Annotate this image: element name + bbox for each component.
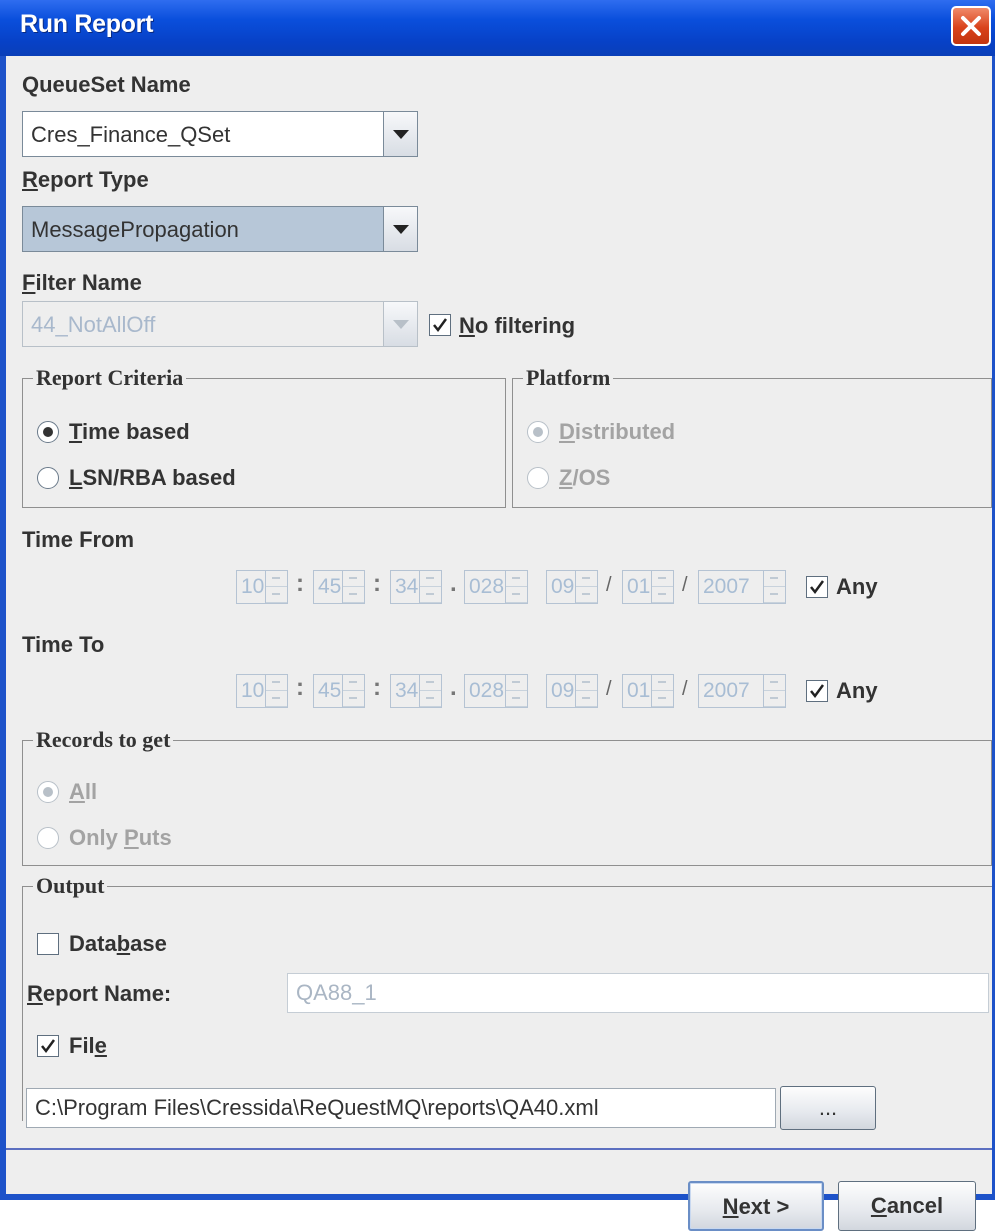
chevron-down-icon [393, 130, 409, 139]
report-type-label: Report Type [22, 167, 149, 192]
queueset-label: QueueSet Name [22, 72, 191, 97]
time-from-label: Time From [22, 527, 135, 552]
time-from-month-spinner[interactable]: 09 [546, 570, 598, 604]
time-from-any-label: Any [836, 574, 878, 599]
filter-name-value: 44_NotAllOff [31, 312, 156, 337]
only-puts-radio[interactable] [37, 827, 59, 849]
all-records-radio[interactable] [37, 781, 59, 803]
file-checkbox[interactable] [37, 1035, 59, 1057]
cancel-button[interactable]: Cancel [838, 1181, 976, 1231]
time-from-day-spinner[interactable]: 01 [622, 570, 674, 604]
database-label: Database [69, 931, 167, 956]
time-to-any-checkbox[interactable] [806, 680, 828, 702]
lsn-rba-based-label: LSN/RBA based [69, 465, 236, 490]
filter-name-label: Filter Name [22, 270, 142, 295]
checkmark-icon [810, 684, 825, 699]
close-button[interactable] [951, 6, 991, 46]
time-to-label: Time To [22, 632, 105, 657]
queueset-dropdown-button[interactable] [383, 112, 417, 156]
file-path-input[interactable]: C:\Program Files\Cressida\ReQuestMQ\repo… [26, 1088, 776, 1128]
lsn-rba-based-radio[interactable] [37, 467, 59, 489]
zos-radio[interactable] [527, 467, 549, 489]
title-bar[interactable]: Run Report [0, 0, 995, 56]
platform-title: Platform [523, 365, 614, 391]
time-based-radio[interactable] [37, 421, 59, 443]
time-to-minute-spinner[interactable]: 45 [313, 674, 365, 708]
time-to-year-spinner[interactable]: 2007 [698, 674, 786, 708]
next-button[interactable]: Next > [688, 1181, 824, 1231]
time-from-hour-spinner[interactable]: 10 [236, 570, 288, 604]
filter-name-combo[interactable]: 44_NotAllOff [22, 301, 418, 347]
report-name-input[interactable]: QA88_1 [287, 973, 989, 1013]
records-to-get-group: Records to get All Only Puts [22, 727, 992, 866]
platform-group: Platform Distributed Z/OS [512, 365, 992, 508]
time-from-any-checkbox[interactable] [806, 576, 828, 598]
time-from-second-spinner[interactable]: 34 [390, 570, 442, 604]
all-records-label: All [69, 779, 98, 804]
time-to-hour-spinner[interactable]: 10 [236, 674, 288, 708]
time-from-minute-spinner[interactable]: 45 [313, 570, 365, 604]
time-to-month-spinner[interactable]: 09 [546, 674, 598, 708]
distributed-label: Distributed [559, 419, 676, 444]
report-criteria-title: Report Criteria [33, 365, 187, 391]
time-from-millis-spinner[interactable]: 028 [464, 570, 528, 604]
queueset-combo[interactable]: Cres_Finance_QSet [22, 111, 418, 157]
output-title: Output [33, 873, 108, 899]
time-to-millis-spinner[interactable]: 028 [464, 674, 528, 708]
checkmark-icon [433, 318, 448, 333]
database-checkbox[interactable] [37, 933, 59, 955]
time-to-second-spinner[interactable]: 34 [390, 674, 442, 708]
time-based-label: Time based [69, 419, 190, 444]
chevron-down-icon [393, 320, 409, 329]
checkmark-icon [810, 580, 825, 595]
browse-button[interactable]: ... [780, 1086, 876, 1130]
report-type-value: MessagePropagation [31, 217, 239, 242]
zos-label: Z/OS [559, 465, 611, 490]
time-to-day-spinner[interactable]: 01 [622, 674, 674, 708]
window-title: Run Report [20, 10, 154, 38]
close-icon [961, 16, 981, 36]
file-label: File [69, 1033, 107, 1058]
no-filtering-checkbox[interactable] [429, 314, 451, 336]
time-to-any-label: Any [836, 678, 878, 703]
dialog-content: QueueSet Name Cres_Finance_QSet Report T… [6, 56, 992, 1231]
no-filtering-label: No filtering [459, 313, 576, 338]
distributed-radio[interactable] [527, 421, 549, 443]
filter-dropdown-button[interactable] [383, 302, 417, 346]
checkmark-icon [41, 1039, 56, 1054]
time-from-year-spinner[interactable]: 2007 [698, 570, 786, 604]
report-type-combo[interactable]: MessagePropagation [22, 206, 418, 252]
records-to-get-title: Records to get [33, 727, 174, 753]
only-puts-label: Only Puts [69, 825, 172, 850]
chevron-down-icon [393, 225, 409, 234]
report-criteria-group: Report Criteria Time based LSN/RBA based [22, 365, 506, 508]
queueset-value: Cres_Finance_QSet [31, 122, 231, 147]
report-type-dropdown-button[interactable] [383, 207, 417, 251]
run-report-window: Run Report QueueSet Name Cres_Finance_QS… [0, 0, 995, 1231]
report-name-label: Report Name: [27, 981, 172, 1006]
bottom-separator [6, 1148, 992, 1150]
